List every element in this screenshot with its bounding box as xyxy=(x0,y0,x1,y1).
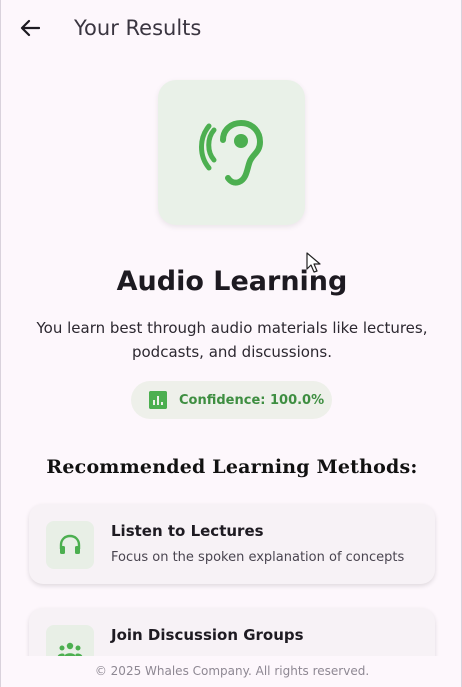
confidence-label: Confidence: 100.0% xyxy=(179,392,325,408)
footer-copyright: © 2025 Whales Company. All rights reserv… xyxy=(94,664,370,678)
recommendations-heading: Recommended Learning Methods: xyxy=(46,456,418,478)
method-title: Listen to Lectures xyxy=(111,522,264,540)
method-card-listen-to-lectures[interactable]: Listen to Lectures Focus on the spoken e… xyxy=(29,504,435,584)
ear-hearing-icon xyxy=(198,119,263,186)
arrow-left-icon xyxy=(20,19,40,37)
app-bar: Your Results xyxy=(1,0,461,56)
method-subtitle: Focus on the spoken explanation of conce… xyxy=(111,550,405,565)
learning-style-title: Audio Learning xyxy=(116,266,348,297)
headphones-icon xyxy=(46,521,94,569)
learning-style-description: You learn best through audio materials l… xyxy=(36,319,428,361)
method-title: Join Discussion Groups xyxy=(111,626,304,644)
bar-chart-icon xyxy=(149,391,167,409)
confidence-badge: Confidence: 100.0% xyxy=(131,381,332,419)
back-button[interactable] xyxy=(15,14,45,42)
results-screen: Your Results Audio Learning You learn be… xyxy=(0,0,462,687)
learning-style-icon-card xyxy=(158,80,305,225)
page-title: Your Results xyxy=(74,16,202,40)
